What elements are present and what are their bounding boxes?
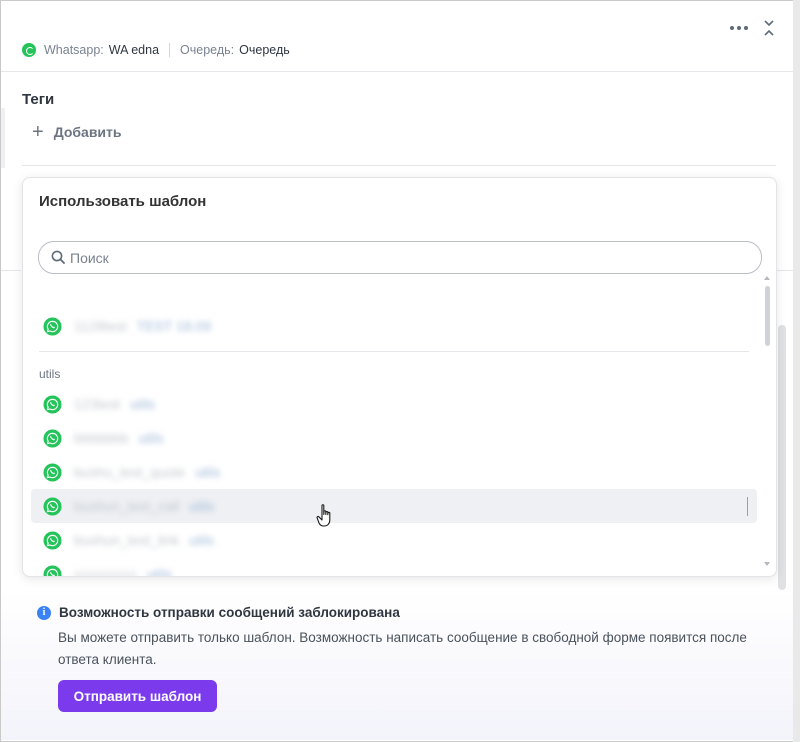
search-icon bbox=[51, 250, 65, 264]
header-actions bbox=[730, 18, 776, 38]
channel-label: Whatsapp: bbox=[44, 43, 104, 57]
blocked-description: Вы можете отправить только шаблон. Возмо… bbox=[58, 630, 747, 667]
info-icon: i bbox=[37, 605, 51, 620]
template-sub: utils bbox=[138, 430, 164, 446]
template-name: bushu_test_quote bbox=[74, 464, 186, 480]
whatsapp-icon bbox=[43, 394, 62, 414]
background-divider bbox=[1, 270, 21, 271]
template-list: 1128test TEST 18.09 utils 123test utils bb… bbox=[23, 278, 776, 576]
template-name: 1128test bbox=[74, 318, 127, 334]
whatsapp-icon bbox=[43, 316, 62, 336]
background-divider bbox=[776, 270, 793, 271]
template-item[interactable]: bbbbbbb utils bbox=[31, 421, 757, 455]
popup-title: Использовать шаблон bbox=[39, 193, 207, 210]
channel-info: Whatsapp: WA edna Очередь: Очередь bbox=[22, 43, 290, 57]
separator bbox=[169, 43, 171, 57]
collapse-icon[interactable] bbox=[762, 18, 776, 38]
search-input[interactable] bbox=[70, 242, 750, 273]
template-item-hovered[interactable]: bushun_test_call utils bbox=[31, 489, 757, 523]
send-template-button[interactable]: Отправить шаблон bbox=[58, 680, 217, 712]
blocked-title: i Возможность отправки сообщений заблоки… bbox=[37, 605, 400, 620]
template-sub: utils bbox=[129, 396, 155, 412]
whatsapp-icon bbox=[43, 496, 62, 516]
template-item[interactable]: bushun_test_link utils bbox=[31, 523, 757, 557]
template-sub: utils bbox=[195, 464, 221, 480]
whatsapp-icon bbox=[43, 428, 62, 448]
blocked-title-text: Возможность отправки сообщений заблокиро… bbox=[59, 605, 400, 620]
group-label: utils bbox=[39, 367, 61, 381]
panel-scrollbar[interactable] bbox=[778, 325, 786, 590]
whatsapp-icon bbox=[43, 530, 62, 550]
add-tag-label: Добавить bbox=[53, 124, 122, 140]
scroll-down-arrow[interactable] bbox=[764, 562, 770, 566]
template-name: bushun_test_link bbox=[74, 532, 180, 548]
tags-divider bbox=[22, 165, 776, 166]
template-sub: utils bbox=[189, 498, 214, 514]
background-strip bbox=[1, 108, 5, 168]
right-edge bbox=[793, 0, 800, 742]
channel-value: WA edna bbox=[108, 43, 160, 57]
whatsapp-icon bbox=[22, 43, 36, 57]
list-scrollbar-thumb[interactable] bbox=[765, 286, 770, 346]
template-name: ccccccccc bbox=[74, 566, 137, 576]
whatsapp-icon bbox=[43, 462, 62, 482]
list-divider bbox=[39, 351, 749, 352]
template-name: 123test bbox=[74, 396, 120, 412]
template-sub: TEST 18.09 bbox=[136, 318, 212, 334]
queue-value: Очередь bbox=[239, 43, 290, 57]
header-divider bbox=[1, 71, 793, 72]
plus-icon: + bbox=[32, 121, 44, 143]
add-tag-button[interactable]: + Добавить bbox=[32, 121, 122, 143]
template-sub: utils bbox=[189, 532, 214, 548]
whatsapp-icon bbox=[43, 564, 62, 576]
more-icon[interactable] bbox=[730, 26, 748, 30]
template-item[interactable]: ccccccccc utils bbox=[31, 557, 757, 576]
search-box bbox=[38, 241, 762, 274]
template-item[interactable]: bushu_test_quote utils bbox=[31, 455, 757, 489]
tags-title: Теги bbox=[22, 91, 55, 108]
template-name: bbbbbbb bbox=[74, 430, 129, 446]
template-item[interactable]: 1128test TEST 18.09 bbox=[31, 309, 757, 343]
scroll-up-arrow[interactable] bbox=[764, 276, 770, 280]
template-name: bushun_test_call bbox=[74, 498, 180, 514]
text-caret bbox=[747, 497, 748, 516]
template-item[interactable]: 123test utils bbox=[31, 387, 757, 421]
template-popup: Использовать шаблон 1128test TEST 18.09 u… bbox=[22, 177, 777, 577]
template-sub: utils bbox=[147, 566, 172, 576]
hand-cursor-icon bbox=[316, 504, 331, 527]
queue-label: Очередь: bbox=[180, 43, 235, 57]
